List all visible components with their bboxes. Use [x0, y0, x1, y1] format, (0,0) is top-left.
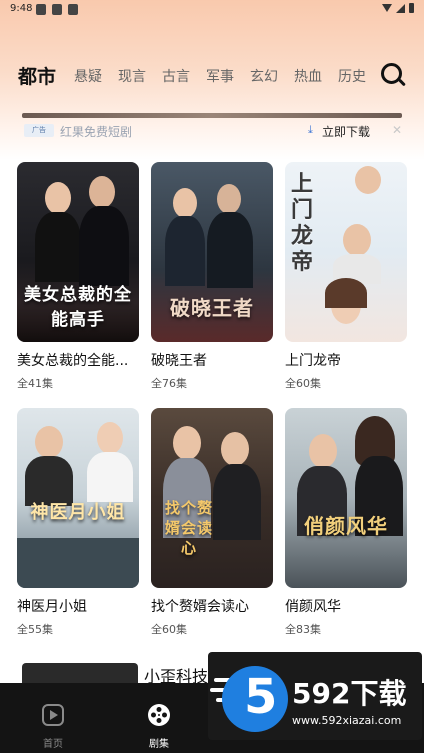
ad-logo: 广告: [24, 124, 54, 137]
poster-title: 俏颜风华: [304, 514, 388, 538]
poster-title: 神医月小姐: [30, 502, 126, 523]
nav-home[interactable]: 首页: [18, 683, 88, 753]
episode-count: 全83集: [285, 623, 321, 636]
battery-icon: [409, 3, 414, 13]
tab-dushi[interactable]: 都市: [18, 62, 56, 89]
poster-title: 美女总裁的全能高手: [24, 285, 132, 330]
notification-icon: [52, 4, 62, 15]
drama-poster[interactable]: 俏颜风华: [285, 408, 407, 588]
drama-title[interactable]: 上门龙帝: [285, 350, 415, 370]
watermark-brand: 592下载: [292, 677, 407, 710]
drama-title[interactable]: 俏颜风华: [285, 596, 415, 616]
ad-bar[interactable]: 广告 红果免费短剧 ⤓ 立即下载 ✕: [22, 120, 406, 142]
drama-title[interactable]: 找个赘婿会读心: [151, 596, 281, 616]
film-reel-icon: [148, 704, 170, 726]
ad-close-button[interactable]: ✕: [392, 123, 402, 137]
nav-home-label: 首页: [43, 739, 63, 750]
drama-poster[interactable]: 美女总裁的全能高手: [17, 162, 139, 342]
tab-xuanyi[interactable]: 悬疑: [74, 66, 102, 86]
drama-title[interactable]: 神医月小姐: [17, 596, 147, 616]
tab-rexue[interactable]: 热血: [294, 66, 322, 86]
nav-dramas[interactable]: 剧集: [124, 683, 194, 753]
tab-lishi[interactable]: 历史: [338, 66, 366, 86]
ad-banner-image[interactable]: [22, 113, 402, 118]
tab-junshi[interactable]: 军事: [206, 66, 234, 86]
status-bar: 9:48: [0, 0, 424, 20]
drama-poster[interactable]: 破晓王者: [151, 162, 273, 342]
download-icon: ⤓: [308, 123, 313, 136]
drama-poster[interactable]: 神医月小姐: [17, 408, 139, 588]
tab-xianyan[interactable]: 现言: [118, 66, 146, 86]
episode-count: 全55集: [17, 623, 53, 636]
notification-icon: [68, 4, 78, 15]
list-item-thumbnail: [22, 663, 138, 685]
ad-download-button[interactable]: 立即下载: [322, 123, 370, 140]
play-icon: [42, 704, 64, 726]
episode-count: 全41集: [17, 377, 53, 390]
drama-poster[interactable]: 上门龙帝: [285, 162, 407, 342]
watermark: 5 592下载 www.592xiazai.com: [208, 652, 422, 740]
ad-app-name: 红果免费短剧: [60, 125, 133, 139]
drama-title[interactable]: 破晓王者: [151, 350, 281, 370]
poster-title: 破晓王者: [170, 296, 254, 320]
poster-title: 找个赘婿会读心: [164, 499, 213, 557]
tab-guyan[interactable]: 古言: [162, 66, 190, 86]
episode-count: 全60集: [285, 377, 321, 390]
tab-xuanhuan[interactable]: 玄幻: [250, 66, 278, 86]
wifi-icon: [382, 4, 392, 12]
episode-count: 全60集: [151, 623, 187, 636]
drama-poster[interactable]: 找个赘婿会读心: [151, 408, 273, 588]
status-time: 9:48: [10, 3, 33, 14]
category-tabs: 都市 悬疑 现言 古言 军事 玄幻 热血 历史: [18, 62, 366, 90]
episode-count: 全76集: [151, 377, 187, 390]
list-item[interactable]: 小歪科技: [22, 663, 222, 686]
notification-icon: [36, 4, 46, 15]
signal-icon: [396, 3, 405, 13]
poster-title: 上门龙帝: [291, 172, 315, 275]
watermark-logo: 5: [222, 666, 288, 732]
drama-title[interactable]: 美女总裁的全能...: [17, 350, 147, 370]
nav-dramas-label: 剧集: [149, 739, 169, 750]
watermark-url: www.592xiazai.com: [292, 714, 402, 727]
search-button[interactable]: [380, 62, 406, 88]
